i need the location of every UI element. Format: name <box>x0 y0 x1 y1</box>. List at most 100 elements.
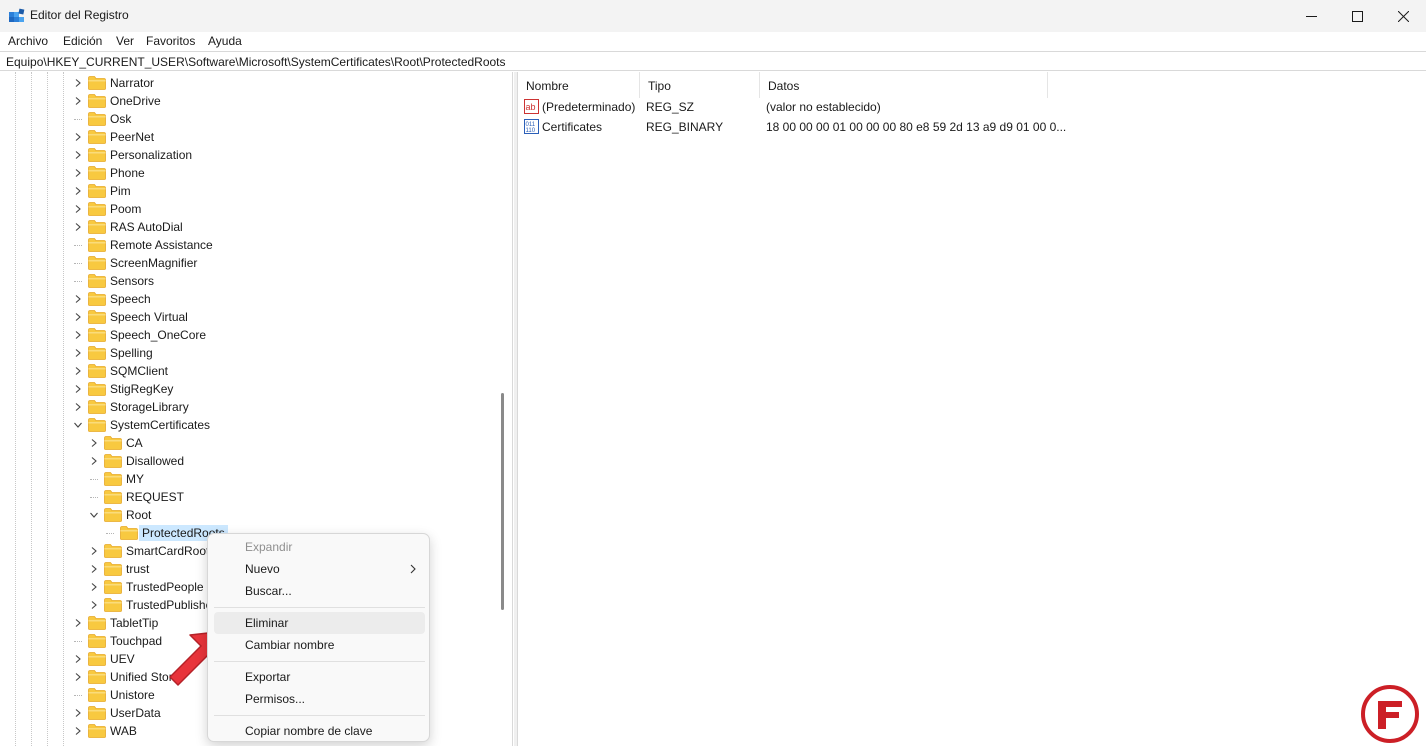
tree-item[interactable]: StigRegKey <box>72 380 173 398</box>
folder-icon <box>104 490 122 504</box>
tree-item[interactable]: Speech Virtual <box>72 308 188 326</box>
values-list[interactable]: Nombre Tipo Datos ab (Predeterminado) RE… <box>517 72 1426 746</box>
expand-toggle[interactable] <box>72 311 84 323</box>
expand-toggle[interactable] <box>72 77 84 89</box>
menu-item-cambiar-nombre[interactable]: Cambiar nombre <box>214 634 425 656</box>
close-button[interactable] <box>1380 0 1426 32</box>
expand-toggle[interactable] <box>72 329 84 341</box>
tree-item[interactable]: Touchpad <box>72 632 162 650</box>
tree-item[interactable]: TabletTip <box>72 614 158 632</box>
expand-toggle[interactable] <box>72 293 84 305</box>
menu-item-buscar[interactable]: Buscar... <box>214 580 425 602</box>
folder-icon <box>88 76 106 90</box>
menu-item-label: Eliminar <box>245 616 289 630</box>
tree-item[interactable]: REQUEST <box>88 488 184 506</box>
menu-favoritos[interactable]: Favoritos <box>146 34 195 48</box>
minimize-button[interactable] <box>1288 0 1334 32</box>
tree-item[interactable]: CA <box>88 434 143 452</box>
tree-item[interactable]: Spelling <box>72 344 153 362</box>
value-row[interactable]: ab (Predeterminado) REG_SZ (valor no est… <box>518 97 1426 117</box>
column-header-tipo[interactable]: Tipo <box>640 72 760 98</box>
expand-toggle[interactable] <box>88 437 100 449</box>
tree-item[interactable]: TrustedPublisher <box>88 596 216 614</box>
tree-item[interactable]: TrustedPeople <box>88 578 204 596</box>
tree-item-label: Osk <box>110 112 132 126</box>
address-bar[interactable]: Equipo\HKEY_CURRENT_USER\Software\Micros… <box>0 51 1426 71</box>
tree-item[interactable]: WAB <box>72 722 137 740</box>
expand-toggle[interactable] <box>72 167 84 179</box>
tree-item[interactable]: Speech <box>72 290 151 308</box>
collapse-toggle[interactable] <box>72 419 84 431</box>
tree-item[interactable]: SystemCertificates <box>72 416 210 434</box>
expand-toggle[interactable] <box>72 725 84 737</box>
maximize-button[interactable] <box>1334 0 1380 32</box>
expand-toggle[interactable] <box>88 455 100 467</box>
expand-toggle[interactable] <box>72 707 84 719</box>
tree-item[interactable]: Poom <box>72 200 141 218</box>
tree-item[interactable]: Disallowed <box>88 452 184 470</box>
expand-toggle[interactable] <box>72 365 84 377</box>
chevron-right-icon <box>91 601 97 609</box>
expand-toggle[interactable] <box>72 347 84 359</box>
menu-item-label: Expandir <box>245 540 293 554</box>
expand-toggle[interactable] <box>72 131 84 143</box>
expand-toggle[interactable] <box>72 221 84 233</box>
expand-toggle[interactable] <box>72 671 84 683</box>
tree-item[interactable]: SQMClient <box>72 362 168 380</box>
tree-item[interactable]: ScreenMagnifier <box>72 254 197 272</box>
tree-item[interactable]: Remote Assistance <box>72 236 213 254</box>
menu-item-eliminar[interactable]: Eliminar <box>214 612 425 634</box>
tree-item[interactable]: Osk <box>72 110 131 128</box>
expand-toggle[interactable] <box>88 581 100 593</box>
menu-edicion[interactable]: Edición <box>63 34 102 48</box>
tree-item[interactable]: Speech_OneCore <box>72 326 206 344</box>
tree-item[interactable]: UserData <box>72 704 161 722</box>
folder-icon <box>88 130 106 144</box>
tree-scrollbar[interactable] <box>501 393 504 610</box>
context-menu[interactable]: Expandir Nuevo Buscar... Eliminar Cambiar no… <box>207 533 430 742</box>
tree-item[interactable]: Pim <box>72 182 131 200</box>
tree-item[interactable]: Root <box>88 506 151 524</box>
expand-toggle[interactable] <box>72 149 84 161</box>
menu-ayuda[interactable]: Ayuda <box>208 34 242 48</box>
expand-toggle[interactable] <box>72 653 84 665</box>
tree-item[interactable]: StorageLibrary <box>72 398 189 416</box>
tree-item[interactable]: OneDrive <box>72 92 161 110</box>
tree-item-label: MY <box>126 472 144 486</box>
tree-item[interactable]: Phone <box>72 164 145 182</box>
tree-item[interactable]: PeerNet <box>72 128 154 146</box>
tree-item[interactable]: trust <box>88 560 149 578</box>
expand-toggle[interactable] <box>72 401 84 413</box>
value-row[interactable]: 011 110 Certificates REG_BINARY 18 00 00… <box>518 117 1426 137</box>
column-header-datos[interactable]: Datos <box>760 72 1048 98</box>
tree-item-label: Pim <box>110 184 131 198</box>
expand-toggle[interactable] <box>88 599 100 611</box>
menu-item-copiar-nombre-de-clave[interactable]: Copiar nombre de clave <box>214 720 425 742</box>
tree-item[interactable]: Personalization <box>72 146 192 164</box>
expand-toggle[interactable] <box>72 185 84 197</box>
folder-icon <box>88 220 106 234</box>
tree-item[interactable]: Sensors <box>72 272 154 290</box>
tree-item[interactable]: Unistore <box>72 686 155 704</box>
tree-item[interactable]: SmartCardRoot <box>88 542 209 560</box>
address-path[interactable]: Equipo\HKEY_CURRENT_USER\Software\Micros… <box>6 55 506 69</box>
tree-item-label: trust <box>126 562 150 576</box>
column-header-nombre[interactable]: Nombre <box>518 72 640 98</box>
tree-item[interactable]: UEV <box>72 650 135 668</box>
expand-toggle[interactable] <box>72 383 84 395</box>
menu-item-permisos[interactable]: Permisos... <box>214 688 425 710</box>
tree-item[interactable]: RAS AutoDial <box>72 218 183 236</box>
tree-item[interactable]: Narrator <box>72 74 154 92</box>
expand-toggle[interactable] <box>72 95 84 107</box>
collapse-toggle[interactable] <box>88 509 100 521</box>
menu-item-nuevo[interactable]: Nuevo <box>214 558 425 580</box>
expand-toggle[interactable] <box>88 545 100 557</box>
expand-toggle[interactable] <box>72 617 84 629</box>
menu-ver[interactable]: Ver <box>116 34 134 48</box>
tree-item[interactable]: MY <box>88 470 144 488</box>
tree-item[interactable]: Unified Store <box>72 668 179 686</box>
menu-archivo[interactable]: Archivo <box>8 34 48 48</box>
expand-toggle[interactable] <box>72 203 84 215</box>
menu-item-exportar[interactable]: Exportar <box>214 666 425 688</box>
expand-toggle[interactable] <box>88 563 100 575</box>
